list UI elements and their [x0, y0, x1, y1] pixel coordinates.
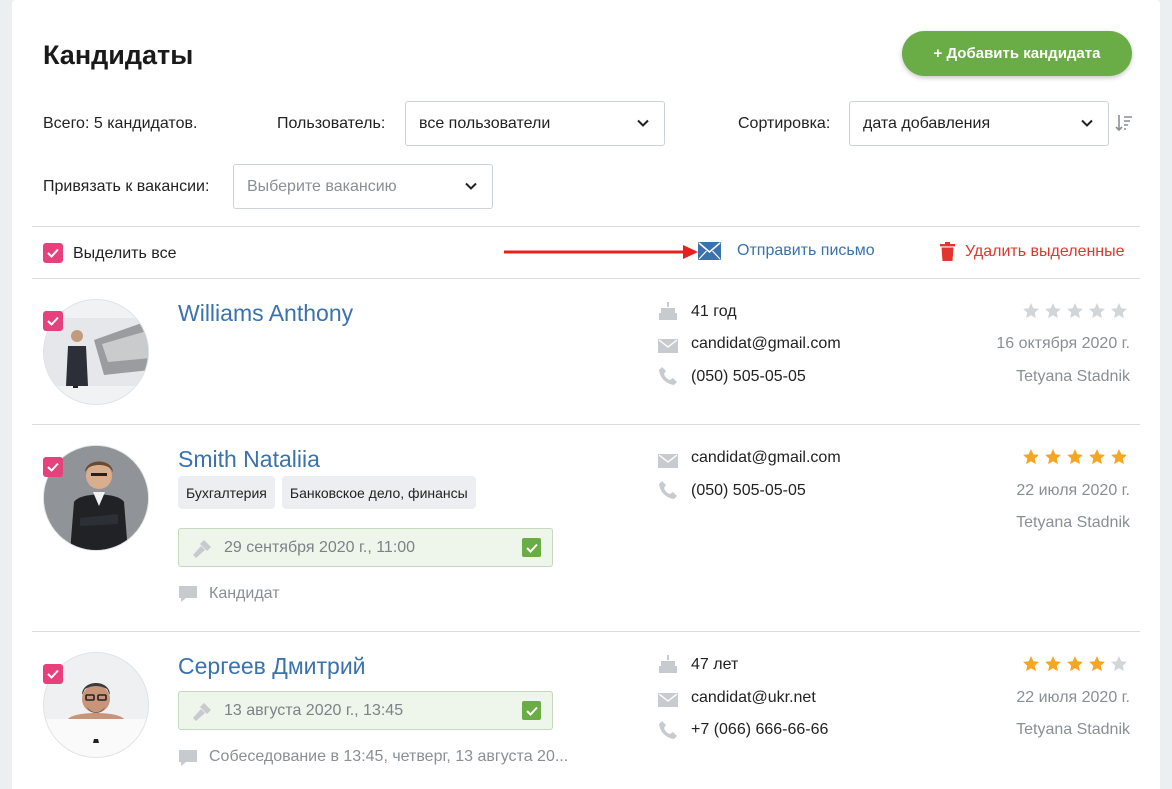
event-box[interactable]: 29 сентября 2020 г., 11:00: [178, 528, 553, 567]
comment-icon: [179, 586, 197, 602]
star-empty-icon[interactable]: [1044, 302, 1062, 320]
event-datetime: 13 августа 2020 г., 13:45: [224, 701, 404, 719]
candidate-checkbox[interactable]: [43, 457, 63, 477]
candidate-owner: Tetyana Stadnik: [1016, 514, 1130, 531]
tag[interactable]: Бухгалтерия: [178, 476, 275, 509]
user-filter-label: Пользователь:: [277, 115, 386, 132]
star-filled-icon[interactable]: [1066, 655, 1084, 673]
star-empty-icon[interactable]: [1066, 302, 1084, 320]
check-icon: [47, 316, 59, 326]
candidate-owner: Tetyana Stadnik: [1016, 721, 1130, 738]
star-empty-icon[interactable]: [1022, 302, 1040, 320]
star-filled-icon[interactable]: [1110, 448, 1128, 466]
candidate-date: 22 июля 2020 г.: [1016, 482, 1130, 499]
envelope-icon: [698, 242, 721, 260]
select-all-label: Выделить все: [73, 245, 177, 262]
candidate-email[interactable]: candidat@ukr.net: [691, 689, 816, 707]
select-all-checkbox[interactable]: [43, 243, 63, 263]
chevron-down-icon: [637, 119, 649, 127]
sort-direction-icon[interactable]: [1115, 113, 1133, 133]
candidate-age: 41 год: [691, 303, 737, 320]
check-icon: [525, 543, 538, 553]
divider: [32, 226, 1140, 227]
vacancy-placeholder: Выберите вакансию: [247, 177, 397, 195]
send-email-label: Отправить письмо: [737, 242, 875, 259]
candidate-email[interactable]: candidat@gmail.com: [691, 335, 841, 353]
sort-value: дата добавления: [863, 114, 991, 132]
candidate-tags: Бухгалтерия Банковское дело, финансы: [178, 476, 476, 509]
check-icon: [47, 462, 59, 472]
star-filled-icon[interactable]: [1022, 655, 1040, 673]
candidate-name[interactable]: Williams Anthony: [178, 300, 353, 327]
vacancy-select[interactable]: Выберите вакансию: [233, 164, 493, 209]
star-empty-icon[interactable]: [1110, 302, 1128, 320]
trash-icon: [940, 242, 955, 261]
comment-icon: [179, 750, 197, 766]
candidates-panel: Кандидаты + Добавить кандидата Всего: 5 …: [12, 0, 1160, 789]
tag[interactable]: Банковское дело, финансы: [281, 476, 476, 509]
star-empty-icon[interactable]: [1088, 302, 1106, 320]
star-filled-icon[interactable]: [1088, 655, 1106, 673]
event-done-checkbox[interactable]: [522, 701, 541, 720]
vacancy-label: Привязать к вакансии:: [43, 178, 210, 195]
event-box[interactable]: 13 августа 2020 г., 13:45: [178, 691, 553, 730]
user-filter-value: все пользователи: [419, 114, 551, 132]
candidate-checkbox[interactable]: [43, 311, 63, 331]
candidate-name[interactable]: Сергеев Дмитрий: [178, 653, 366, 680]
star-empty-icon[interactable]: [1110, 655, 1128, 673]
sort-select[interactable]: дата добавления: [849, 101, 1109, 146]
check-icon: [47, 248, 59, 258]
candidate-phone[interactable]: (050) 505-05-05: [691, 482, 806, 500]
candidate-owner: Tetyana Stadnik: [1016, 368, 1130, 385]
birthday-cake-icon: [659, 655, 677, 673]
candidate-name[interactable]: Smith Nataliia: [178, 446, 320, 473]
star-filled-icon[interactable]: [1044, 655, 1062, 673]
sort-label: Сортировка:: [738, 115, 831, 132]
microphone-icon: [193, 703, 211, 721]
phone-icon: [659, 481, 677, 499]
phone-icon: [659, 721, 677, 739]
red-arrow-annotation: [504, 245, 698, 259]
star-filled-icon[interactable]: [1022, 448, 1040, 466]
birthday-cake-icon: [659, 302, 677, 320]
event-done-checkbox[interactable]: [522, 538, 541, 557]
candidate-row[interactable]: Williams Anthony 41 год candidat@gmail.c…: [12, 279, 1160, 424]
email-icon: [658, 693, 678, 707]
candidate-note: Кандидат: [209, 585, 280, 602]
candidate-checkbox[interactable]: [43, 664, 63, 684]
page-title: Кандидаты: [43, 40, 194, 70]
check-icon: [525, 706, 538, 716]
total-count: Всего: 5 кандидатов.: [43, 115, 198, 132]
candidate-age: 47 лет: [691, 656, 739, 673]
candidate-note: Собеседование в 13:45, четверг, 13 авгус…: [209, 748, 569, 765]
rating-stars[interactable]: [1022, 448, 1128, 466]
delete-selected-label: Удалить выделенные: [965, 242, 1125, 260]
star-filled-icon[interactable]: [1066, 448, 1084, 466]
email-icon: [658, 339, 678, 353]
user-filter-select[interactable]: все пользователи: [405, 101, 665, 146]
add-candidate-button[interactable]: + Добавить кандидата: [902, 31, 1132, 76]
candidate-date: 16 октября 2020 г.: [996, 335, 1130, 352]
candidate-row[interactable]: Smith Nataliia Бухгалтерия Банковское де…: [12, 425, 1160, 631]
rating-stars[interactable]: [1022, 655, 1128, 673]
rating-stars[interactable]: [1022, 302, 1128, 320]
candidate-date: 22 июля 2020 г.: [1016, 689, 1130, 706]
chevron-down-icon: [1081, 119, 1093, 127]
phone-icon: [659, 367, 677, 385]
candidate-phone[interactable]: (050) 505-05-05: [691, 368, 806, 386]
chevron-down-icon: [465, 182, 477, 190]
check-icon: [47, 669, 59, 679]
event-datetime: 29 сентября 2020 г., 11:00: [224, 538, 416, 556]
star-filled-icon[interactable]: [1044, 448, 1062, 466]
candidate-email[interactable]: candidat@gmail.com: [691, 449, 841, 467]
candidate-row[interactable]: Сергеев Дмитрий 13 августа 2020 г., 13:4…: [12, 632, 1160, 789]
send-email-button[interactable]: Отправить письмо: [698, 242, 875, 260]
star-filled-icon[interactable]: [1088, 448, 1106, 466]
candidate-phone[interactable]: +7 (066) 666-66-66: [691, 721, 828, 739]
microphone-icon: [193, 540, 211, 558]
email-icon: [658, 454, 678, 468]
delete-selected-button[interactable]: Удалить выделенные: [940, 242, 1125, 261]
